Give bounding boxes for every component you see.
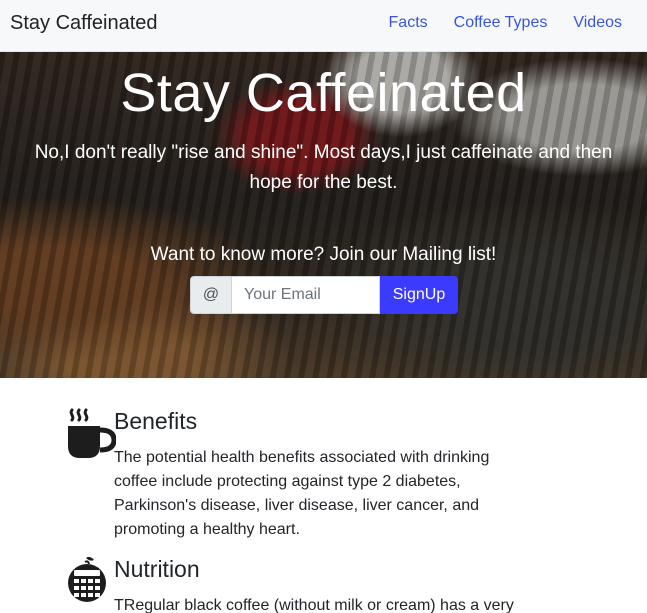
mailing-list-prompt: Want to know more? Join our Mailing list… [150,244,497,265]
hero-subtitle: No,I don't really "rise and shine". Most… [34,142,613,193]
feature-title-benefits: Benefits [114,408,198,434]
hero-title: Stay Caffeinated [120,63,527,123]
email-input[interactable] [231,276,380,314]
brand-link[interactable]: Stay Caffeinated [10,12,158,35]
nav-links: Facts Coffee Types Videos [363,14,622,32]
navbar: Stay Caffeinated Facts Coffee Types Vide… [0,0,647,52]
hero-section: Stay Caffeinated No,I don't really "rise… [0,52,647,378]
signup-button[interactable]: SignUp [380,276,458,314]
feature-text-nutrition: TRegular black coffee (without milk or c… [114,597,514,613]
apple-calculator-icon [66,556,116,606]
nav-link-videos[interactable]: Videos [573,14,622,32]
feature-nutrition: Nutrition TRegular black coffee (without… [66,556,526,613]
feature-title-nutrition: Nutrition [114,556,200,582]
at-addon: @ [190,276,231,314]
signup-form: @ SignUp [190,276,458,314]
nav-link-facts[interactable]: Facts [389,14,428,32]
feature-text-benefits: The potential health benefits associated… [114,449,490,538]
coffee-cup-icon [66,408,117,458]
feature-benefits: Benefits The potential health benefits a… [66,408,526,548]
nav-link-coffee-types[interactable]: Coffee Types [454,14,548,32]
